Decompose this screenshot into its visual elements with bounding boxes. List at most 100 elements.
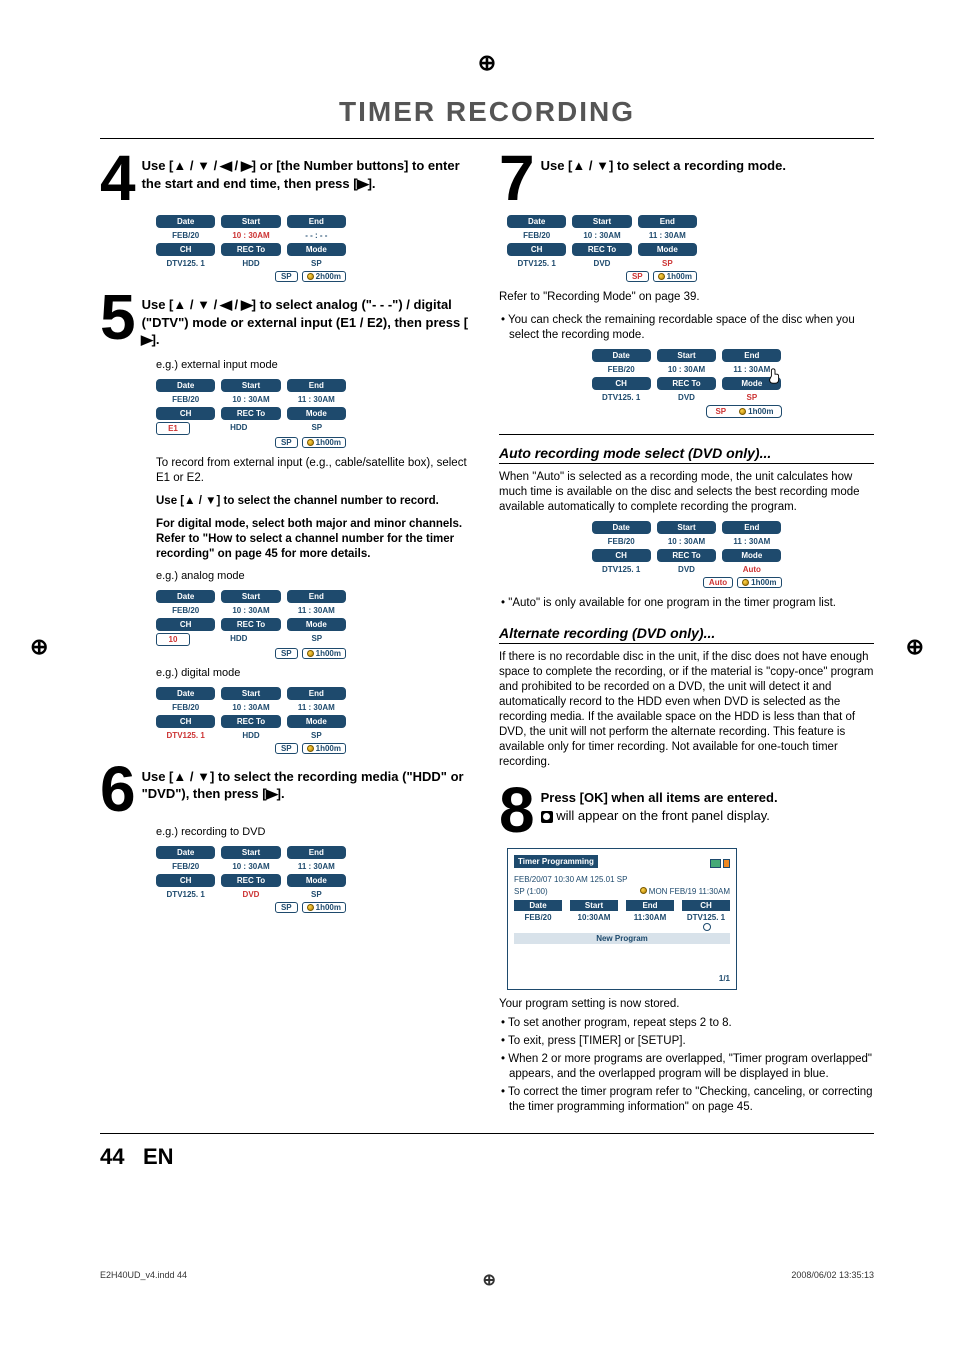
th: Start [657,349,716,362]
td: HDD [196,422,282,435]
timer-table-step6: DateStartEnd FEB/2010 : 30AM11 : 30AM CH… [156,846,346,913]
timer-table-auto: DateStartEnd FEB/2010 : 30AM11 : 30AM CH… [592,521,782,588]
file-stamp: E2H40UD_v4.indd 44 [100,1270,187,1290]
crop-mark-left: ⊕ [30,634,48,660]
disc-icon [739,408,746,415]
th: Date [507,215,566,228]
th: End [722,521,781,534]
blank-rows [514,944,730,974]
auto-rec-heading: Auto recording mode select (DVD only)... [499,445,874,464]
alt-rec-para: If there is no recordable disc in the un… [499,650,874,770]
step-number-7: 7 [499,151,535,205]
eg-analog: e.g.) analog mode [156,570,475,582]
text: Use [ [142,297,174,312]
td: SP [288,422,346,435]
th: End [287,846,346,859]
th: REC To [221,618,280,631]
th: End [287,590,346,603]
timer-programming-panel: Timer Programming FEB/20/07 10:30 AM 125… [507,848,737,990]
sp-pill: SP [275,271,298,282]
step-7-text: Use [ / ] to select a recording mode. [541,151,786,175]
th-ch: CH [156,243,215,256]
th: Start [221,846,280,859]
td: Auto [722,564,781,575]
th-date: Date [156,215,215,228]
down-arrow-icon [596,158,609,173]
timer-table-step7b: DateStartEnd FEB/2010 : 30AM11 : 30AM CH… [592,349,782,418]
th: CH [592,549,651,562]
td: DVD [221,889,280,900]
th: Start [657,521,716,534]
duration-pill: 1h00m [735,407,777,416]
disc-icon [307,650,314,657]
right-arrow-icon [358,176,368,191]
td: DTV125. 1 [156,889,215,900]
td: 10 : 30AM [221,605,280,616]
new-program-row: New Program [514,933,730,944]
th: Mode [287,715,346,728]
alt-rec-heading: Alternate recording (DVD only)... [499,625,874,644]
th: CH [592,377,651,390]
left-column: 4 Use [ / / / ] or [the Number buttons] … [100,151,475,1117]
td: 11 : 30AM [287,605,346,616]
dur-text: 1h00m [748,407,773,416]
timer-table-step7a: DateStartEnd FEB/2010 : 30AM11 : 30AM CH… [507,215,697,282]
th: Date [156,379,215,392]
p-use-select-ch: Use [ / ] to select the channel number t… [156,494,475,509]
td: HDD [196,633,282,646]
th: End [287,687,346,700]
td: FEB/20 [156,861,215,872]
th: Mode [287,874,346,887]
td: SP [722,392,781,403]
td: DTV125. 1 [592,564,651,575]
td: DTV125. 1 [592,392,651,403]
td: FEB/20 [592,364,651,375]
step-8: 8 Press [OK] when all items are entered.… [499,783,874,837]
td: 10 : 30AM [657,536,716,547]
p-digital-mode: For digital mode, select both major and … [156,517,475,562]
sp-pill: SP [710,407,731,416]
th: End [626,900,674,911]
step-5: 5 Use [ / / / ] to select analog ("- - -… [100,290,475,349]
th-end: End [287,215,346,228]
step-number-4: 4 [100,151,136,205]
sp-pill: SP [626,271,649,282]
step-number-8: 8 [499,783,535,837]
th: Date [592,521,651,534]
td: 10:30AM [570,913,618,931]
duration-pill: 1h00m [302,437,346,448]
td-ch10-box: 10 [156,633,190,646]
th: Start [221,379,280,392]
crop-mark-right: ⊕ [906,634,924,660]
td-mode: SP [287,258,346,269]
text: DTV125. 1 [687,913,725,922]
duration-pill: 1h00m [737,577,781,588]
th: Mode [722,549,781,562]
td: DTV125. 1 [682,913,730,931]
td: 10 : 30AM [221,394,280,405]
left-arrow-icon [221,297,231,312]
disc-icon [307,904,314,911]
clock-icon [703,923,711,931]
crop-mark-bottom: ⊕ [483,1270,496,1290]
disc-icon [640,887,647,894]
td: 10 : 30AM [572,230,631,241]
bullet-remaining-space: You can check the remaining recordable s… [499,313,874,343]
disc-icon [307,273,314,280]
td-date: FEB/20 [156,230,215,241]
duration-pill: 1h00m [653,271,697,282]
panel-icons [710,859,730,868]
td: 11 : 30AM [287,702,346,713]
right-arrow-icon [267,786,277,801]
td: DTV125. 1 [156,730,215,741]
refer-recording-mode: Refer to "Recording Mode" on page 39. [499,290,874,305]
sp-pill: SP [275,902,298,913]
th: REC To [657,377,716,390]
td: DVD [657,564,716,575]
right-arrow-icon [242,297,252,312]
th: REC To [221,407,280,420]
td: 11:30AM [626,913,674,931]
eg-record-dvd: e.g.) recording to DVD [156,826,475,838]
p-record-external: To record from external input (e.g., cab… [156,456,475,486]
td-start: 10 : 30AM [221,230,280,241]
